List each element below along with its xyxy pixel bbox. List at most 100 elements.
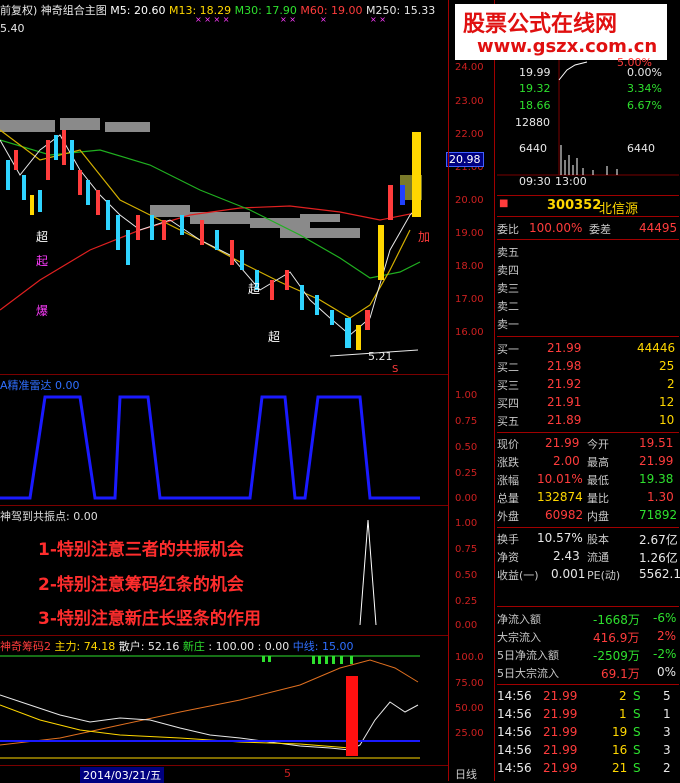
flow-value: 69.1万 bbox=[601, 667, 640, 681]
chip-chart bbox=[0, 655, 420, 759]
mini-price-1: 19.99 bbox=[519, 66, 551, 79]
tick-side: S bbox=[633, 689, 641, 703]
tick-row[interactable]: 14:56 21.99 21 S 2 bbox=[497, 760, 679, 778]
period-label[interactable]: 日线 bbox=[455, 766, 477, 782]
stat-value: 132874 bbox=[537, 490, 583, 504]
stat-label: 量比 bbox=[587, 492, 609, 505]
stat-value: 71892 bbox=[639, 508, 678, 522]
tick-price: 21.99 bbox=[543, 743, 578, 757]
flow-pct: -2% bbox=[653, 647, 677, 661]
stat-label: 换手 bbox=[497, 533, 519, 546]
cursor-price-tag: 20.98 bbox=[446, 152, 484, 167]
stat-value: 2.43 bbox=[553, 549, 580, 563]
buy-label: 买五 bbox=[497, 415, 519, 428]
stat-label: 收益(一) bbox=[497, 569, 539, 582]
stat-label: 股本 bbox=[587, 533, 609, 546]
stat-value: 60982 bbox=[545, 508, 584, 522]
tick-price: 21.99 bbox=[543, 725, 578, 739]
tick-row[interactable]: 14:56 21.99 19 S 3 bbox=[497, 724, 679, 742]
mini-time-mid: 13:00 bbox=[555, 175, 587, 188]
flow-pct: 0% bbox=[657, 665, 677, 679]
stat-label: 最高 bbox=[587, 456, 609, 469]
tick-count: 2 bbox=[663, 761, 671, 775]
price-tick: 17.00 bbox=[455, 294, 484, 305]
sell-label: 卖三 bbox=[497, 282, 519, 295]
buy-volume: 2 bbox=[667, 377, 675, 391]
resonance-ytick: 0.50 bbox=[455, 570, 478, 581]
sell-row[interactable]: 卖一 bbox=[497, 315, 679, 333]
stock-title-bar[interactable]: 300352 北信源 ■ bbox=[497, 195, 679, 217]
tick-side: S bbox=[633, 743, 641, 757]
tick-count: 3 bbox=[663, 743, 671, 757]
buy-price: 21.91 bbox=[547, 395, 582, 409]
buy-volume: 12 bbox=[659, 395, 675, 409]
sell-row[interactable]: 卖五 bbox=[497, 243, 679, 261]
mini-vol-2: 6440 bbox=[519, 142, 547, 155]
mini-price-2: 19.32 bbox=[519, 82, 551, 95]
tick-time: 14:56 bbox=[497, 707, 532, 721]
buy-volume: 25 bbox=[659, 359, 675, 373]
sell-label: 卖四 bbox=[497, 264, 519, 277]
tick-row[interactable]: 14:56 21.99 2 S 5 bbox=[497, 688, 679, 706]
buy-label: 买一 bbox=[497, 343, 519, 356]
mini-time-start: 09:30 bbox=[519, 175, 551, 188]
buy-row[interactable]: 买一 21.99 44446 bbox=[497, 340, 679, 358]
tick-count: 5 bbox=[663, 689, 671, 703]
buy-row[interactable]: 买五 21.89 10 bbox=[497, 412, 679, 430]
stat-value: 1.30 bbox=[647, 490, 674, 504]
radar-ytick: 1.00 bbox=[455, 390, 478, 401]
buy-price: 21.89 bbox=[547, 413, 582, 427]
tick-row[interactable]: 14:56 21.99 1 S 1 bbox=[497, 706, 679, 724]
sell-row[interactable]: 卖三 bbox=[497, 279, 679, 297]
buy-row[interactable]: 买二 21.98 25 bbox=[497, 358, 679, 376]
buy-row[interactable]: 买四 21.91 12 bbox=[497, 394, 679, 412]
price-tick: 19.00 bbox=[455, 228, 484, 239]
sell-row[interactable]: 卖四 bbox=[497, 261, 679, 279]
radar-ytick: 0.50 bbox=[455, 442, 478, 453]
weicha-label: 委差 bbox=[589, 223, 611, 236]
buy-price: 21.99 bbox=[547, 341, 582, 355]
sell-label: 卖一 bbox=[497, 318, 519, 331]
stat-value: 0.001 bbox=[551, 567, 586, 581]
weibi-label: 委比 bbox=[497, 223, 519, 236]
mini-pct-2: 3.34% bbox=[627, 82, 662, 95]
stat-value: 19.38 bbox=[639, 472, 674, 486]
stat-label: 流通 bbox=[587, 551, 609, 564]
flow-label: 5日大宗流入 bbox=[497, 667, 559, 680]
flow-label: 5日净流入额 bbox=[497, 649, 559, 662]
watermark-url: www.gszx.com.cn bbox=[477, 36, 658, 57]
flow-value: 416.9万 bbox=[593, 631, 640, 645]
radar-ytick: 0.00 bbox=[455, 493, 478, 504]
tick-price: 21.99 bbox=[543, 707, 578, 721]
resonance-ytick: 0.00 bbox=[455, 620, 478, 631]
tick-time: 14:56 bbox=[497, 743, 532, 757]
tick-count: 3 bbox=[663, 725, 671, 739]
tick-side: S bbox=[633, 707, 641, 721]
tick-row[interactable]: 14:56 21.99 16 S 3 bbox=[497, 742, 679, 760]
sell-row[interactable]: 卖二 bbox=[497, 297, 679, 315]
watermark-title: 股票公式在线网 bbox=[463, 12, 618, 37]
flow-pct: -6% bbox=[653, 611, 677, 625]
tick-side: S bbox=[633, 761, 641, 775]
stock-code: 300352 bbox=[547, 198, 602, 213]
stat-label: 内盘 bbox=[587, 510, 609, 523]
tick-volume: 21 bbox=[612, 761, 628, 775]
mini-price-3: 18.66 bbox=[519, 99, 551, 112]
stat-value: 5562.1 bbox=[639, 567, 680, 581]
stat-label: 今开 bbox=[587, 438, 609, 451]
buy-row[interactable]: 买三 21.92 2 bbox=[497, 376, 679, 394]
mini-pct-3: 6.67% bbox=[627, 99, 662, 112]
buy-volume: 44446 bbox=[637, 341, 676, 355]
mini-vol-3: 6440 bbox=[627, 142, 655, 155]
watermark-box: 股票公式在线网 www.gszx.com.cn bbox=[455, 4, 667, 60]
price-tick: 23.00 bbox=[455, 96, 484, 107]
stock-flag-icon: ■ bbox=[499, 198, 509, 209]
stat-value: 1.26亿 bbox=[639, 551, 678, 565]
resonance-ytick: 0.75 bbox=[455, 544, 478, 555]
mini-vol-1: 12880 bbox=[515, 116, 550, 129]
weibi-row: 委比 100.00% 委差 44495 bbox=[497, 220, 679, 238]
stock-name: 北信源 bbox=[599, 202, 639, 217]
chip-ytick: 75.00 bbox=[455, 678, 484, 689]
flow-pct: 2% bbox=[657, 629, 677, 643]
mini-intraday-chart[interactable]: 5.00% 19.99 0.00% 19.32 3.34% 18.66 6.67… bbox=[497, 56, 679, 190]
